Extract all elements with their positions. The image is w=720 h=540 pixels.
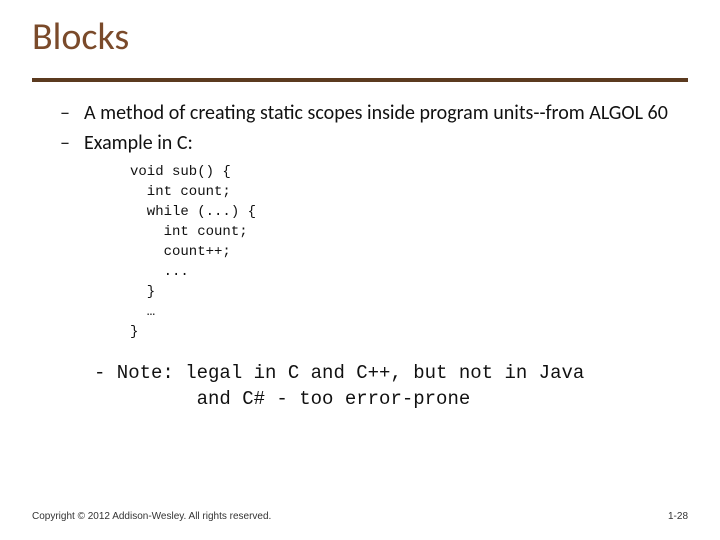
horizontal-rule <box>32 78 688 82</box>
bullet-dash-icon: – <box>60 130 84 156</box>
slide-title: Blocks <box>32 14 129 60</box>
copyright-text: Copyright © 2012 Addison-Wesley. All rig… <box>32 511 271 522</box>
note-text: - Note: legal in C and C++, but not in J… <box>94 360 670 412</box>
bullet-item: – A method of creating static scopes ins… <box>60 100 670 126</box>
bullet-dash-icon: – <box>60 100 84 126</box>
bullet-text: A method of creating static scopes insid… <box>84 100 668 126</box>
slide-body: – A method of creating static scopes ins… <box>60 100 670 412</box>
slide: Blocks – A method of creating static sco… <box>0 0 720 540</box>
page-number: 1-28 <box>668 511 688 522</box>
bullet-item: – Example in C: <box>60 130 670 156</box>
code-block: void sub() { int count; while (...) { in… <box>130 162 670 342</box>
bullet-text: Example in C: <box>84 130 193 156</box>
